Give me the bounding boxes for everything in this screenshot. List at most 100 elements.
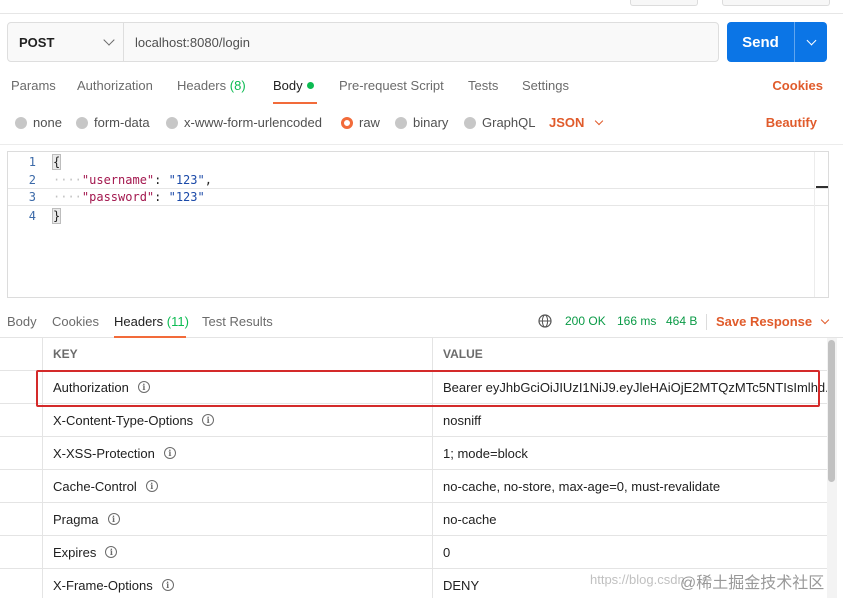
- method-select[interactable]: POST: [8, 23, 124, 61]
- window-top-strip: [0, 0, 843, 14]
- radio-binary[interactable]: binary: [395, 115, 448, 130]
- status-code[interactable]: 200 OK: [565, 314, 606, 328]
- tab-params[interactable]: Params: [11, 78, 56, 93]
- header-key-cell: Pragma i: [43, 503, 433, 535]
- tab-authorization[interactable]: Authorization: [77, 78, 153, 93]
- scrollbar-thumb[interactable]: [828, 340, 835, 482]
- radio-raw[interactable]: raw: [341, 115, 380, 130]
- save-response-label: Save Response: [716, 314, 813, 329]
- line-number: 1: [28, 155, 36, 169]
- line-number: 2: [28, 173, 36, 187]
- tab-pre-request-script[interactable]: Pre-request Script: [339, 78, 444, 93]
- radio-circle-icon: [395, 116, 407, 129]
- resp-tab-headers[interactable]: Headers (11): [114, 314, 189, 329]
- table-row: X-Content-Type-Options i nosniff: [0, 404, 827, 437]
- header-key: X-Frame-Options: [53, 577, 153, 593]
- info-icon[interactable]: i: [161, 579, 174, 591]
- response-time[interactable]: 166 ms: [617, 314, 656, 328]
- code-line: {: [45, 154, 62, 170]
- header-key: X-Content-Type-Options: [53, 412, 194, 428]
- radio-graphql[interactable]: GraphQL: [464, 115, 535, 130]
- radio-label: GraphQL: [482, 115, 536, 130]
- radio-circle-icon: [166, 116, 178, 129]
- radio-circle-icon: [76, 116, 88, 129]
- chevron-down-icon: [103, 34, 115, 46]
- chevron-down-icon: [806, 35, 816, 45]
- format-select[interactable]: JSON: [549, 115, 604, 130]
- cookies-link[interactable]: Cookies: [772, 78, 823, 93]
- globe-icon[interactable]: [538, 314, 552, 328]
- resp-tab-test-results[interactable]: Test Results: [202, 314, 273, 329]
- tab-count: (8): [229, 78, 246, 93]
- url-input[interactable]: localhost:8080/login: [124, 35, 250, 50]
- header-key: Cache-Control: [53, 478, 137, 494]
- body-type-options: none form-data x-www-form-urlencoded raw…: [0, 108, 843, 138]
- scroll-marker: [816, 186, 828, 188]
- beautify-button[interactable]: Beautify: [766, 115, 817, 130]
- json-comma: ,: [204, 173, 212, 187]
- table-cell: [0, 536, 43, 568]
- response-tabs: Body Cookies Headers (11) Test Results 2…: [0, 304, 843, 338]
- info-icon[interactable]: i: [107, 513, 120, 525]
- radio-label: raw: [359, 115, 380, 130]
- send-button[interactable]: Send: [727, 22, 827, 62]
- divider: [706, 314, 707, 330]
- info-icon[interactable]: i: [145, 480, 158, 492]
- table-cell: [0, 503, 43, 535]
- tab-label: Tests: [468, 78, 499, 93]
- chevron-down-icon: [820, 315, 830, 324]
- watermark-brand: @稀土掘金技术社区: [680, 575, 825, 592]
- header-value-cell: no-cache: [443, 511, 497, 527]
- tab-settings[interactable]: Settings: [522, 78, 569, 93]
- radio-form-data[interactable]: form-data: [76, 115, 150, 130]
- header-key-cell: X-Content-Type-Options i: [43, 404, 433, 436]
- tab-label: Body: [7, 314, 37, 329]
- info-icon[interactable]: i: [202, 414, 215, 426]
- divider: [0, 144, 843, 145]
- tab-label: Test Results: [202, 314, 273, 329]
- info-icon[interactable]: i: [105, 546, 118, 558]
- radio-label: none: [33, 115, 62, 130]
- active-tab-indicator: [273, 102, 317, 104]
- save-response-button[interactable]: Save Response: [716, 314, 830, 329]
- table-row: Pragma i no-cache: [0, 503, 827, 536]
- request-tabs: Params Authorization Headers (8) Body Pr…: [0, 68, 843, 104]
- editor-scrollbar[interactable]: [814, 152, 828, 297]
- header-key-cell: X-Frame-Options i: [43, 569, 433, 598]
- body-editor[interactable]: 1 { 2 ····"username": "123", 3 ····"pass…: [7, 151, 829, 298]
- radio-label: binary: [413, 115, 449, 130]
- resp-tab-body[interactable]: Body: [7, 314, 37, 329]
- radio-label: x-www-form-urlencoded: [184, 115, 322, 130]
- radio-none[interactable]: none: [15, 115, 62, 130]
- radio-selected-icon: [341, 116, 353, 129]
- send-options-button[interactable]: [795, 35, 827, 45]
- info-icon[interactable]: i: [163, 447, 176, 459]
- resp-tab-cookies[interactable]: Cookies: [52, 314, 99, 329]
- json-value: "123": [168, 190, 205, 204]
- tab-body[interactable]: Body: [273, 78, 314, 93]
- radio-x-www-form-urlencoded[interactable]: x-www-form-urlencoded: [166, 115, 322, 130]
- response-size[interactable]: 464 B: [666, 314, 697, 328]
- header-key: Pragma: [53, 511, 99, 527]
- table-header-row: KEY VALUE: [0, 338, 827, 371]
- tab-headers[interactable]: Headers (8): [177, 78, 246, 93]
- table-row: Cache-Control i no-cache, no-store, max-a…: [0, 470, 827, 503]
- indent-marker: ····: [53, 173, 82, 187]
- tab-tests[interactable]: Tests: [468, 78, 498, 93]
- tab-label: Headers: [114, 314, 164, 329]
- tab-label: Pre-request Script: [339, 78, 444, 93]
- top-button-stub[interactable]: [630, 0, 698, 6]
- header-key: X-XSS-Protection: [53, 445, 155, 461]
- annotation-highlight-box: [36, 370, 820, 407]
- table-cell: [0, 470, 43, 502]
- tab-label: Headers: [177, 78, 227, 93]
- code-line: }: [45, 208, 62, 224]
- header-key-cell: Cache-Control i: [43, 470, 433, 502]
- table-row: Expires i 0: [0, 536, 827, 569]
- header-key-cell: X-XSS-Protection i: [43, 437, 433, 469]
- top-button-stub-2[interactable]: [722, 0, 830, 6]
- method-label: POST: [19, 34, 55, 50]
- table-scrollbar[interactable]: [827, 338, 837, 598]
- column-header-key: KEY: [43, 338, 433, 370]
- editor-line: 4 }: [8, 207, 828, 225]
